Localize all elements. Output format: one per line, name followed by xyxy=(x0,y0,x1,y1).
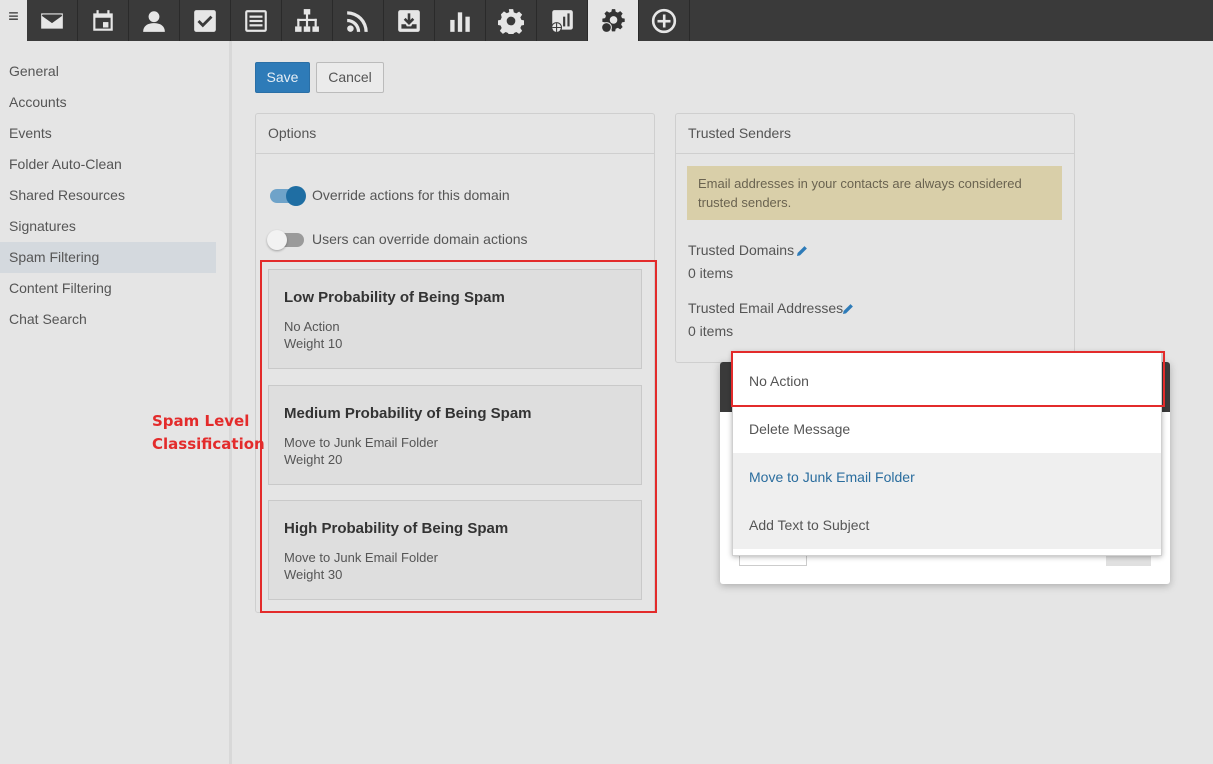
sidebar-item-events[interactable]: Events xyxy=(0,118,216,149)
inbox-download-icon[interactable] xyxy=(384,0,435,41)
trusted-emails-label: Trusted Email Addresses xyxy=(688,300,844,316)
trusted-domains-label: Trusted Domains xyxy=(688,242,795,258)
top-toolbar: ≡ xyxy=(0,0,1213,41)
sidebar-item-general[interactable]: General xyxy=(0,56,216,87)
toggle-knob xyxy=(267,230,287,250)
trusted-emails-count: 0 items xyxy=(688,323,734,339)
hamburger-menu-icon[interactable]: ≡ xyxy=(0,0,27,41)
domain-settings-icon[interactable] xyxy=(588,0,639,41)
dropdown-option-move-to-junk[interactable]: Move to Junk Email Folder xyxy=(733,453,1161,501)
settings-sidebar: General Accounts Events Folder Auto-Clea… xyxy=(0,41,232,764)
notes-icon[interactable] xyxy=(231,0,282,41)
domain-reports-icon[interactable] xyxy=(537,0,588,41)
no-action-highlight-box xyxy=(731,351,1165,407)
edit-trusted-domains-pencil-icon[interactable] xyxy=(796,245,808,257)
sidebar-item-content-filtering[interactable]: Content Filtering xyxy=(0,273,216,304)
calendar-icon[interactable] xyxy=(78,0,129,41)
save-button[interactable]: Save xyxy=(255,62,310,93)
edit-trusted-emails-pencil-icon[interactable] xyxy=(842,303,854,315)
sitemap-icon[interactable] xyxy=(282,0,333,41)
options-card-title: Options xyxy=(256,114,654,154)
spam-levels-highlight-box xyxy=(260,260,657,613)
settings-gear-icon[interactable] xyxy=(486,0,537,41)
sidebar-item-accounts[interactable]: Accounts xyxy=(0,87,216,118)
trusted-senders-note: Email addresses in your contacts are alw… xyxy=(687,166,1062,220)
contacts-icon[interactable] xyxy=(129,0,180,41)
users-override-toggle[interactable] xyxy=(267,230,304,250)
toggle-knob xyxy=(286,186,306,206)
users-override-label: Users can override domain actions xyxy=(312,231,528,247)
annotation-line-2: Classification xyxy=(152,435,265,453)
override-actions-label: Override actions for this domain xyxy=(312,187,510,203)
trusted-senders-card: Trusted Senders xyxy=(675,113,1075,363)
tasks-icon[interactable] xyxy=(180,0,231,41)
override-actions-toggle[interactable] xyxy=(270,186,306,206)
spam-level-annotation: Spam Level Classification xyxy=(152,410,265,456)
sidebar-item-spam-filtering[interactable]: Spam Filtering xyxy=(0,242,216,273)
rss-icon[interactable] xyxy=(333,0,384,41)
sidebar-item-chat-search[interactable]: Chat Search xyxy=(0,304,216,335)
reports-chart-icon[interactable] xyxy=(435,0,486,41)
sidebar-item-signatures[interactable]: Signatures xyxy=(0,211,216,242)
annotation-line-1: Spam Level xyxy=(152,412,250,430)
dropdown-option-delete-message[interactable]: Delete Message xyxy=(733,405,1161,453)
mail-icon[interactable] xyxy=(27,0,78,41)
trusted-domains-count: 0 items xyxy=(688,265,734,281)
dropdown-option-add-text-to-subject[interactable]: Add Text to Subject xyxy=(733,501,1161,549)
sidebar-item-shared-resources[interactable]: Shared Resources xyxy=(0,180,216,211)
cancel-button[interactable]: Cancel xyxy=(316,62,384,93)
trusted-senders-title: Trusted Senders xyxy=(676,114,1074,154)
sidebar-item-folder-auto-clean[interactable]: Folder Auto-Clean xyxy=(0,149,216,180)
add-circle-icon[interactable] xyxy=(639,0,690,41)
